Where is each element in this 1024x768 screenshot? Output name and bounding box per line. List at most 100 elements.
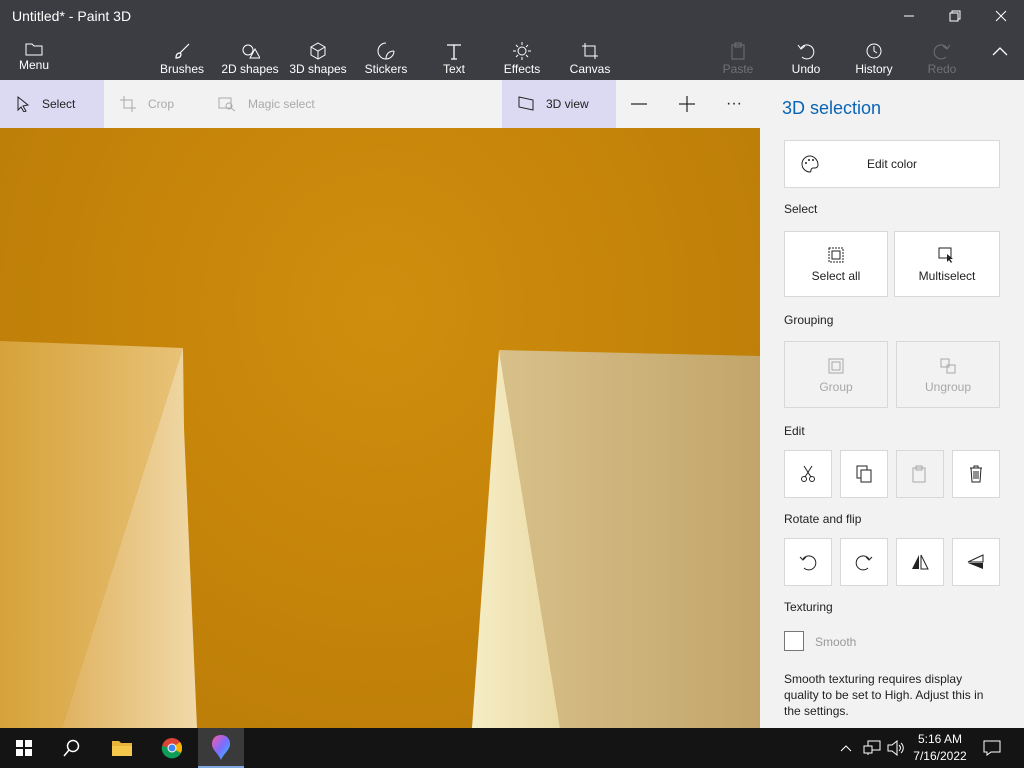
paint3d-taskbar-button[interactable] <box>198 728 244 768</box>
flip-horizontal-button[interactable] <box>896 538 944 586</box>
select-tool-label: Select <box>42 97 76 111</box>
smooth-checkbox[interactable] <box>784 631 804 651</box>
cursor-icon <box>17 96 30 112</box>
menu-button[interactable]: Menu <box>10 32 58 80</box>
texturing-heading: Texturing <box>784 600 833 614</box>
chrome-button[interactable] <box>148 728 196 768</box>
brushes-button[interactable]: Brushes <box>157 36 207 84</box>
canvas-area[interactable] <box>0 128 760 728</box>
group-button[interactable]: Group <box>784 341 888 408</box>
effects-label: Effects <box>503 62 541 76</box>
more-options-button[interactable]: ··· <box>726 80 742 128</box>
search-button[interactable] <box>48 728 96 768</box>
crop-button[interactable]: Crop <box>120 80 174 128</box>
cube-icon <box>310 42 326 60</box>
text-button[interactable]: Text <box>434 36 474 84</box>
clock[interactable]: 5:16 AM 7/16/2022 <box>908 731 972 765</box>
plus-icon <box>679 96 695 112</box>
canvas-label: Canvas <box>569 62 611 76</box>
minus-icon <box>631 103 647 105</box>
edit-color-button[interactable]: Edit color <box>784 140 1000 188</box>
canvas-button[interactable]: Canvas <box>566 36 614 84</box>
show-hidden-icons-button[interactable] <box>836 728 856 768</box>
zoom-out-button[interactable] <box>630 80 660 128</box>
notifications-button[interactable] <box>978 728 1006 768</box>
restore-button[interactable] <box>932 0 978 32</box>
cut-button[interactable] <box>784 450 832 498</box>
rotate-right-icon <box>855 555 873 571</box>
brush-icon <box>175 43 190 59</box>
select-all-button[interactable]: Select all <box>784 231 888 297</box>
2d-shapes-label: 2D shapes <box>221 62 279 76</box>
group-icon <box>828 358 844 373</box>
paste-button[interactable]: Paste <box>718 36 758 84</box>
text-label: Text <box>442 62 465 76</box>
group-label: Group <box>819 379 853 394</box>
3d-view-label: 3D view <box>546 97 589 111</box>
history-label: History <box>855 62 893 76</box>
copy-icon <box>856 465 872 483</box>
redo-label: Redo <box>927 62 957 76</box>
panel-title: 3D selection <box>782 98 882 118</box>
windows-icon <box>16 740 32 756</box>
3d-view-icon <box>518 96 534 111</box>
minimize-button[interactable] <box>886 0 932 32</box>
rotate-flip-heading: Rotate and flip <box>784 512 862 526</box>
sticker-icon <box>377 42 395 60</box>
crop-icon <box>120 96 136 112</box>
trash-icon <box>970 465 982 483</box>
stickers-button[interactable]: Stickers <box>360 36 412 84</box>
3d-scene[interactable] <box>0 128 760 728</box>
ribbon: Menu Brushes 2D shapes 3D shapes Sticker… <box>0 32 1024 80</box>
network-button[interactable] <box>860 728 884 768</box>
undo-button[interactable]: Undo <box>786 36 826 84</box>
tool-toolbar: Select Crop Magic select 3D view ··· <box>0 80 760 128</box>
ungroup-label: Ungroup <box>924 379 972 394</box>
grouping-heading: Grouping <box>784 313 834 327</box>
paste-label: Paste <box>722 62 754 76</box>
magic-select-button[interactable]: Magic select <box>218 80 315 128</box>
2d-shapes-button[interactable]: 2D shapes <box>220 36 280 84</box>
scissors-icon <box>801 465 815 482</box>
select-tool-button[interactable]: Select <box>0 80 104 128</box>
menu-label: Menu <box>18 58 50 72</box>
zoom-in-button[interactable] <box>678 80 708 128</box>
effects-button[interactable]: Effects <box>500 36 544 84</box>
volume-button[interactable] <box>884 728 908 768</box>
sun-icon <box>513 42 531 60</box>
restore-icon <box>949 10 961 22</box>
close-button[interactable] <box>978 0 1024 32</box>
redo-button[interactable]: Redo <box>922 36 962 84</box>
clock-time: 5:16 AM <box>917 732 963 746</box>
file-explorer-button[interactable] <box>98 728 146 768</box>
smooth-note: Smooth texturing requires display qualit… <box>784 672 984 718</box>
title-bar: Untitled* - Paint 3D <box>0 0 1024 32</box>
history-button[interactable]: History <box>850 36 898 84</box>
folder-icon <box>25 43 43 56</box>
multiselect-icon <box>938 247 953 263</box>
multiselect-button[interactable]: Multiselect <box>894 231 1000 297</box>
flip-vertical-button[interactable] <box>952 538 1000 586</box>
chrome-icon <box>161 738 183 759</box>
start-button[interactable] <box>0 728 48 768</box>
stickers-label: Stickers <box>364 62 408 76</box>
chevron-up-icon <box>840 745 852 752</box>
copy-button[interactable] <box>840 450 888 498</box>
smooth-label: Smooth <box>815 635 857 649</box>
network-icon <box>863 740 881 755</box>
ungroup-icon <box>940 358 956 373</box>
3d-shapes-label: 3D shapes <box>289 62 347 76</box>
3d-shapes-button[interactable]: 3D shapes <box>288 36 348 84</box>
chevron-up-icon <box>992 47 1008 56</box>
rotate-left-button[interactable] <box>784 538 832 586</box>
paint3d-icon <box>212 735 230 760</box>
delete-button[interactable] <box>952 450 1000 498</box>
3d-view-button[interactable]: 3D view <box>502 80 616 128</box>
paste-panel-button[interactable] <box>896 450 944 498</box>
crop-label: Crop <box>148 97 175 111</box>
notification-icon <box>983 740 1001 756</box>
close-icon <box>995 10 1007 22</box>
rotate-right-button[interactable] <box>840 538 888 586</box>
ungroup-button[interactable]: Ungroup <box>896 341 1000 408</box>
undo-icon <box>797 44 815 60</box>
